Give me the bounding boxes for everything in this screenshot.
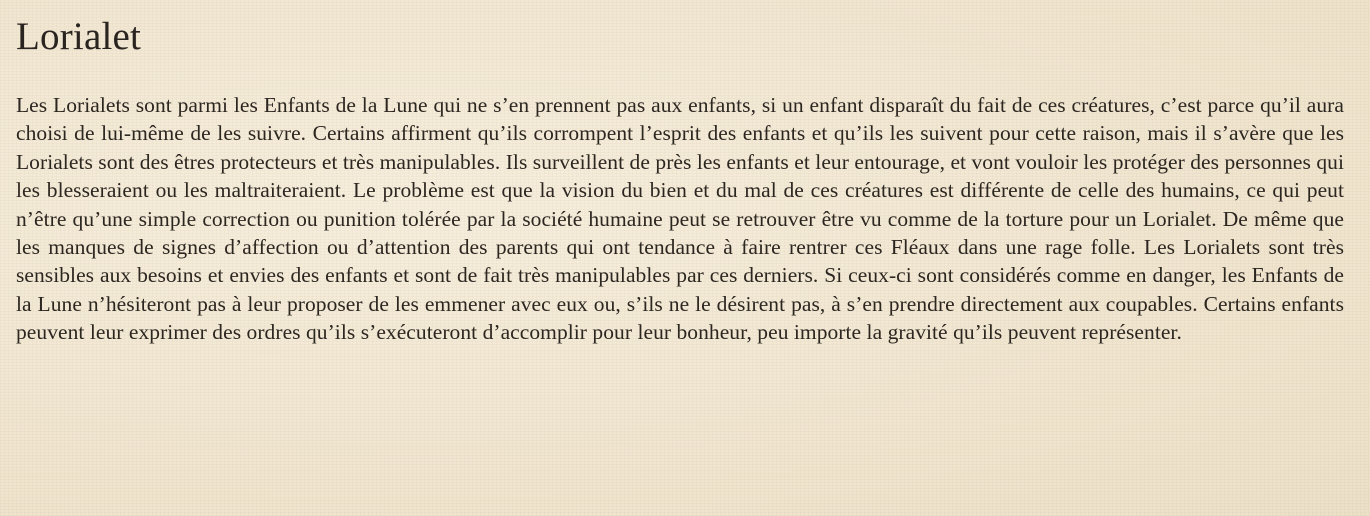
- article: Lorialet Les Lorialets sont parmi les En…: [0, 0, 1370, 516]
- article-body: Les Lorialets sont parmi les Enfants de …: [16, 93, 1344, 345]
- article-title: Lorialet: [16, 15, 142, 58]
